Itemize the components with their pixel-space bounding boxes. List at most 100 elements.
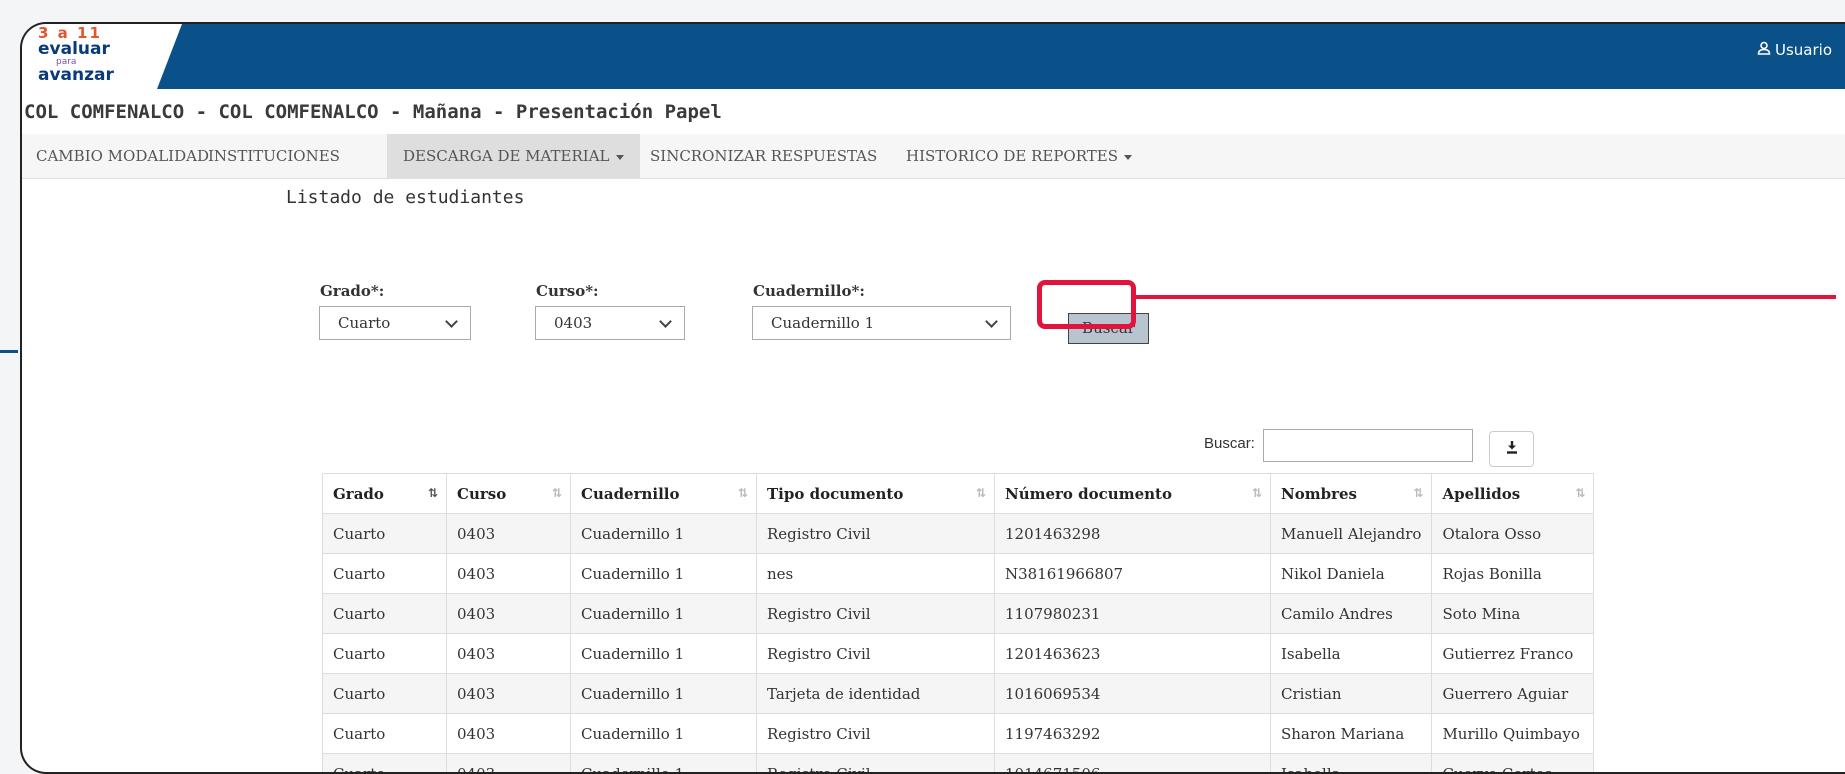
cuadernillo-label: Cuadernillo*: — [753, 282, 865, 300]
nav-instituciones[interactable]: INSTITUCIONES — [208, 134, 340, 178]
cell-nombres: Isabella — [1271, 634, 1432, 674]
col-cuadernillo[interactable]: Cuadernillo⇅ — [571, 474, 757, 514]
col-tipo-documento[interactable]: Tipo documento⇅ — [757, 474, 995, 514]
cell-apellidos: Guerrero Aguiar — [1432, 674, 1594, 714]
top-header-bar: 3 a 11 evaluar para avanzar Usuario — [22, 24, 1845, 89]
nav-label: DESCARGA DE MATERIAL — [403, 147, 610, 165]
cell-cuadernillo: Cuadernillo 1 — [571, 554, 757, 594]
cell-numero-documento: 1201463298 — [995, 514, 1271, 554]
cuadernillo-select[interactable]: Cuadernillo 1 — [752, 306, 1011, 340]
download-button[interactable] — [1489, 431, 1534, 467]
col-label: Apellidos — [1442, 485, 1520, 503]
nav-label: HISTORICO DE REPORTES — [906, 147, 1118, 165]
table-row: Cuarto 0403 Cuadernillo 1 Registro Civil… — [323, 514, 1594, 554]
col-curso[interactable]: Curso ⇅ — [447, 474, 571, 514]
cell-curso: 0403 — [447, 674, 571, 714]
search-input[interactable] — [1263, 429, 1473, 462]
highlight-pointer-line — [1136, 295, 1836, 299]
cell-numero-documento: 1016069534 — [995, 674, 1271, 714]
col-grado[interactable]: Grado ⇅ — [323, 474, 447, 514]
col-nombres[interactable]: Nombres ⇅ — [1271, 474, 1432, 514]
cell-grado: Cuarto — [323, 674, 447, 714]
table-row: Cuarto 0403 Cuadernillo 1 Tarjeta de ide… — [323, 674, 1594, 714]
section-title: Listado de estudiantes — [286, 187, 524, 208]
download-icon — [1505, 439, 1519, 459]
user-menu[interactable]: Usuario — [1757, 41, 1832, 59]
students-table: Grado ⇅ Curso ⇅ Cuadernillo⇅ Tipo document… — [322, 473, 1594, 774]
cell-tipo-documento: Registro Civil — [757, 634, 995, 674]
cell-numero-documento: N38161966807 — [995, 554, 1271, 594]
evaluar-para-avanzar-logo[interactable]: 3 a 11 evaluar para avanzar — [38, 26, 114, 84]
grado-label: Grado*: — [320, 282, 384, 300]
curso-value: 0403 — [554, 314, 592, 332]
chevron-down-icon — [985, 315, 998, 328]
col-label: Curso — [457, 485, 506, 503]
grado-select[interactable]: Cuarto — [319, 306, 471, 340]
cell-nombres: Nikol Daniela — [1271, 554, 1432, 594]
cell-tipo-documento: Registro Civil — [757, 514, 995, 554]
cell-curso: 0403 — [447, 714, 571, 754]
nav-sincronizar-respuestas[interactable]: SINCRONIZAR RESPUESTAS — [650, 134, 877, 178]
col-apellidos[interactable]: Apellidos⇅ — [1432, 474, 1594, 514]
col-label: Nombres — [1281, 485, 1357, 503]
cell-cuadernillo: Cuadernillo 1 — [571, 754, 757, 774]
user-label: Usuario — [1775, 41, 1832, 59]
cell-tipo-documento: Registro Civil — [757, 714, 995, 754]
curso-label: Curso*: — [536, 282, 599, 300]
cell-cuadernillo: Cuadernillo 1 — [571, 714, 757, 754]
table-row: Cuarto 0403 Cuadernillo 1 nes N381619668… — [323, 554, 1594, 594]
cell-numero-documento: 1197463292 — [995, 714, 1271, 754]
cell-tipo-documento: Registro Civil — [757, 594, 995, 634]
caret-down-icon — [1124, 155, 1132, 160]
col-label: Número documento — [1005, 485, 1172, 503]
table-row: Cuarto 0403 Cuadernillo 1 Registro Civil… — [323, 754, 1594, 774]
cell-grado: Cuarto — [323, 634, 447, 674]
nav-bar: CAMBIO MODALIDAD INSTITUCIONES DESCARGA … — [22, 134, 1845, 179]
cell-apellidos: Rojas Bonilla — [1432, 554, 1594, 594]
table-header-row: Grado ⇅ Curso ⇅ Cuadernillo⇅ Tipo document… — [323, 474, 1594, 514]
cell-apellidos: Soto Mina — [1432, 594, 1594, 634]
cell-cuadernillo: Cuadernillo 1 — [571, 594, 757, 634]
logo-line-4: avanzar — [38, 67, 114, 84]
cell-apellidos: Murillo Quimbayo — [1432, 714, 1594, 754]
cell-tipo-documento: nes — [757, 554, 995, 594]
cell-grado: Cuarto — [323, 754, 447, 774]
col-numero-documento[interactable]: Número documento⇅ — [995, 474, 1271, 514]
sort-icon: ⇅ — [1413, 486, 1423, 500]
cell-numero-documento: 1201463623 — [995, 634, 1271, 674]
nav-descarga-de-material[interactable]: DESCARGA DE MATERIAL — [387, 134, 640, 178]
browser-frame: 3 a 11 evaluar para avanzar Usuario COL … — [20, 22, 1845, 774]
cell-cuadernillo: Cuadernillo 1 — [571, 634, 757, 674]
cell-cuadernillo: Cuadernillo 1 — [571, 674, 757, 714]
cell-apellidos: Cuervo Cortes — [1432, 754, 1594, 774]
cell-curso: 0403 — [447, 754, 571, 774]
cell-grado: Cuarto — [323, 514, 447, 554]
curso-select[interactable]: 0403 — [535, 306, 685, 340]
table-row: Cuarto 0403 Cuadernillo 1 Registro Civil… — [323, 594, 1594, 634]
cell-curso: 0403 — [447, 514, 571, 554]
sort-icon: ⇅ — [738, 486, 748, 500]
cell-nombres: Cristian — [1271, 674, 1432, 714]
grado-value: Cuarto — [338, 314, 390, 332]
sort-icon: ⇅ — [552, 486, 562, 500]
table-row: Cuarto 0403 Cuadernillo 1 Registro Civil… — [323, 634, 1594, 674]
nav-label: INSTITUCIONES — [208, 147, 340, 165]
cell-curso: 0403 — [447, 594, 571, 634]
cell-nombres: Isabella — [1271, 754, 1432, 774]
institution-title: COL COMFENALCO - COL COMFENALCO - Mañana… — [24, 101, 722, 123]
cell-tipo-documento: Tarjeta de identidad — [757, 674, 995, 714]
table-row: Cuarto 0403 Cuadernillo 1 Registro Civil… — [323, 714, 1594, 754]
nav-cambio-modalidad[interactable]: CAMBIO MODALIDAD — [36, 134, 209, 178]
sort-icon: ⇅ — [428, 486, 438, 500]
cell-cuadernillo: Cuadernillo 1 — [571, 514, 757, 554]
col-label: Grado — [333, 485, 384, 503]
cell-tipo-documento: Registro Civil — [757, 754, 995, 774]
nav-label: SINCRONIZAR RESPUESTAS — [650, 147, 877, 165]
chevron-down-icon — [445, 315, 458, 328]
nav-historico-de-reportes[interactable]: HISTORICO DE REPORTES — [906, 134, 1132, 178]
cell-grado: Cuarto — [323, 594, 447, 634]
sort-icon: ⇅ — [976, 486, 986, 500]
cell-curso: 0403 — [447, 554, 571, 594]
search-label: Buscar: — [1204, 435, 1255, 452]
cell-nombres: Camilo Andres — [1271, 594, 1432, 634]
